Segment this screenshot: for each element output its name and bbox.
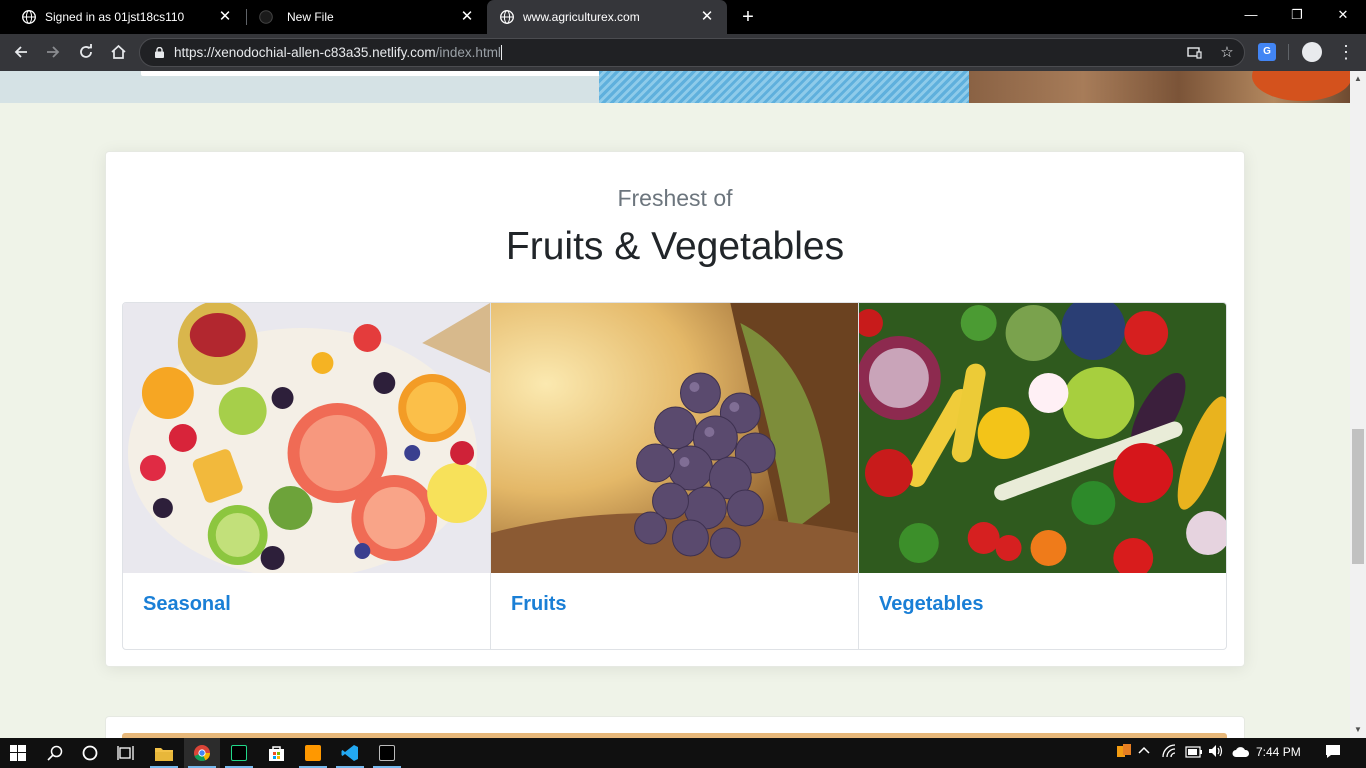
- url-text: https://xenodochial-allen-c83a35.netlify…: [174, 45, 502, 60]
- tab-new-file[interactable]: New File ✕: [247, 0, 487, 34]
- category-link-seasonal[interactable]: Seasonal: [143, 593, 231, 616]
- arrow-left-icon: [14, 46, 27, 58]
- close-window-button[interactable]: ✕: [1320, 0, 1366, 30]
- task-view-icon[interactable]: [108, 738, 144, 768]
- chevron-up-icon[interactable]: [1138, 744, 1150, 759]
- chrome-icon[interactable]: [184, 738, 220, 768]
- scroll-down-arrow-icon[interactable]: ▼: [1350, 722, 1366, 738]
- section-subtitle: Freshest of: [617, 185, 733, 211]
- wifi-icon[interactable]: [1162, 744, 1178, 761]
- grapes-image[interactable]: [491, 303, 858, 573]
- terminal-icon[interactable]: [369, 738, 405, 768]
- bookmark-star-icon[interactable]: ☆: [1218, 44, 1236, 62]
- action-center-icon[interactable]: [1325, 744, 1341, 762]
- text-caret: [500, 45, 502, 60]
- back-button[interactable]: [8, 39, 34, 65]
- category-tiles: Seasonal Fruits Vegetables: [122, 302, 1227, 650]
- category-card-vegetables[interactable]: Vegetables: [859, 303, 1226, 649]
- taskbar-clock[interactable]: 7:44 PM: [1256, 745, 1301, 759]
- windows-taskbar: 7:44 PM: [0, 738, 1366, 768]
- profile-avatar[interactable]: [1302, 42, 1322, 62]
- category-card-seasonal[interactable]: Seasonal: [123, 303, 491, 649]
- minimize-button[interactable]: —: [1228, 0, 1274, 30]
- address-bar[interactable]: https://xenodochial-allen-c83a35.netlify…: [139, 38, 1245, 67]
- notification-warning-icon[interactable]: [1117, 744, 1131, 761]
- vegetables-image[interactable]: [859, 303, 1226, 573]
- category-link-vegetables[interactable]: Vegetables: [879, 593, 984, 616]
- close-icon[interactable]: ✕: [459, 9, 475, 25]
- hero-banner-bottom: [0, 71, 1350, 103]
- github-icon: [259, 10, 273, 24]
- tab-strip: Signed in as 01jst18cs110 ✕ New File ✕ w…: [0, 0, 1366, 34]
- hero-stripe-pattern: [599, 71, 969, 103]
- close-icon[interactable]: ✕: [699, 9, 715, 25]
- sublime-icon[interactable]: [295, 738, 331, 768]
- home-button[interactable]: [105, 39, 131, 65]
- file-explorer-icon[interactable]: [146, 738, 182, 768]
- store-icon[interactable]: [258, 738, 294, 768]
- globe-icon: [22, 10, 36, 24]
- arrow-right-icon: [47, 46, 60, 58]
- page-viewport: Freshest of Fruits & Vegetables Seasonal…: [0, 71, 1350, 738]
- cast-icon[interactable]: [1185, 44, 1203, 62]
- menu-icon[interactable]: ⋮: [1336, 39, 1356, 65]
- search-icon[interactable]: [37, 738, 73, 768]
- next-section-card: [105, 716, 1245, 738]
- close-icon[interactable]: ✕: [217, 9, 233, 25]
- tab-title: Signed in as 01jst18cs110: [45, 10, 185, 24]
- home-icon: [110, 44, 126, 59]
- tab-title: New File: [287, 10, 334, 24]
- cortana-icon[interactable]: [72, 738, 108, 768]
- scroll-up-arrow-icon[interactable]: ▲: [1350, 71, 1366, 87]
- reload-button[interactable]: [73, 39, 99, 65]
- volume-icon[interactable]: [1208, 744, 1224, 761]
- lock-icon: [155, 47, 164, 58]
- tab-agriculturex[interactable]: www.agriculturex.com ✕: [487, 0, 727, 34]
- reload-icon: [80, 44, 92, 58]
- section-title: Fruits & Vegetables: [505, 225, 845, 268]
- browser-toolbar: https://xenodochial-allen-c83a35.netlify…: [0, 34, 1366, 71]
- battery-icon[interactable]: [1185, 744, 1203, 761]
- tab-signed-in[interactable]: Signed in as 01jst18cs110 ✕: [0, 0, 245, 34]
- tab-title: www.agriculturex.com: [523, 10, 640, 24]
- globe-icon: [500, 10, 514, 24]
- fruit-platter-image[interactable]: [123, 303, 490, 573]
- categories-card: Freshest of Fruits & Vegetables Seasonal…: [105, 151, 1245, 667]
- google-translate-icon[interactable]: G: [1258, 43, 1276, 61]
- scrollbar-thumb[interactable]: [1352, 429, 1364, 564]
- forward-button[interactable]: [40, 39, 66, 65]
- category-link-fruits[interactable]: Fruits: [511, 593, 567, 616]
- toolbar-separator: [1288, 44, 1289, 60]
- vscode-icon[interactable]: [332, 738, 368, 768]
- category-card-fruits[interactable]: Fruits: [491, 303, 859, 649]
- new-tab-button[interactable]: +: [738, 7, 758, 27]
- url-host: https://xenodochial-allen-c83a35.netlify…: [174, 45, 436, 60]
- maximize-button[interactable]: ❐: [1274, 0, 1320, 30]
- start-icon[interactable]: [0, 738, 36, 768]
- url-path: /index.html: [435, 45, 501, 60]
- onedrive-icon[interactable]: [1232, 744, 1250, 761]
- pycharm-icon[interactable]: [221, 738, 257, 768]
- page-scrollbar[interactable]: ▲ ▼: [1350, 71, 1366, 738]
